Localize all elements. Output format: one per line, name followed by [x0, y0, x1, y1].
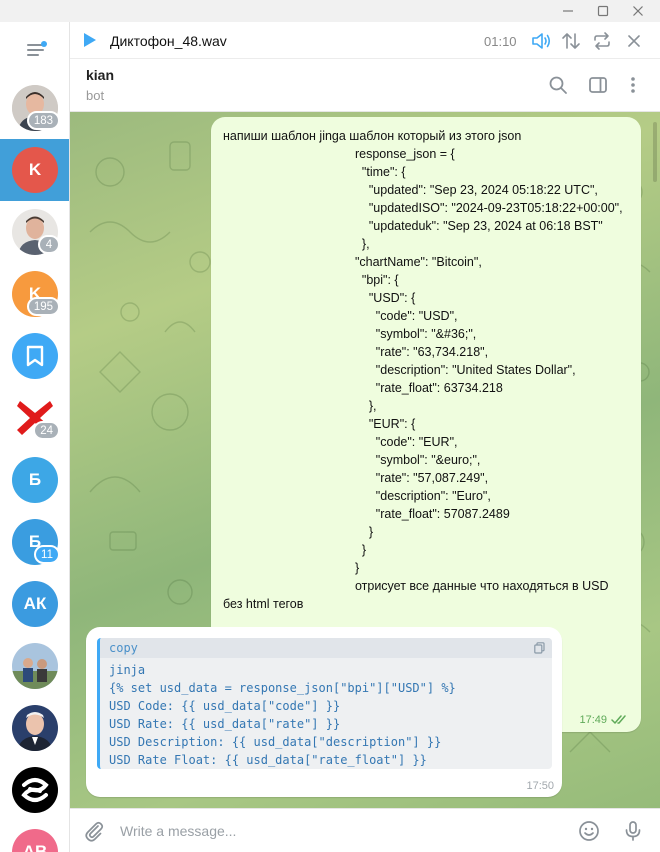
- message-input[interactable]: [120, 809, 560, 852]
- audio-player-bar: Диктофон_48.wav 01:10: [70, 22, 660, 59]
- maximize-icon[interactable]: [586, 0, 620, 22]
- chat-item[interactable]: [0, 759, 69, 821]
- message-time: 17:50: [526, 780, 554, 792]
- minimize-icon[interactable]: [551, 0, 585, 22]
- avatar: [12, 643, 58, 689]
- close-icon[interactable]: [623, 30, 645, 52]
- unread-dot: [41, 41, 47, 47]
- code-content: jinja {% set usd_data = response_json["b…: [109, 663, 456, 767]
- code-header-label: copy: [109, 641, 138, 655]
- chat-item[interactable]: Б: [0, 449, 69, 511]
- avatar: АВ: [12, 829, 58, 852]
- scrollbar[interactable]: [653, 122, 657, 182]
- avatar: Б: [12, 457, 58, 503]
- logo-avatar: [12, 767, 58, 813]
- chat-item-kian[interactable]: K: [0, 139, 69, 201]
- chat-item[interactable]: [0, 635, 69, 697]
- bookmark-icon: [12, 333, 58, 379]
- search-icon[interactable]: [546, 73, 570, 97]
- close-icon[interactable]: [621, 0, 655, 22]
- unread-badge: 11: [34, 545, 60, 564]
- microphone-icon[interactable]: [621, 819, 645, 843]
- chat-item[interactable]: АВ: [0, 821, 69, 852]
- play-icon[interactable]: [84, 33, 96, 47]
- more-vertical-icon[interactable]: [621, 73, 645, 97]
- audio-title[interactable]: Диктофон_48.wav: [110, 33, 227, 49]
- chat-title[interactable]: kian: [86, 67, 114, 83]
- attach-icon[interactable]: [82, 819, 106, 843]
- message-area[interactable]: напиши шаблон jinga шаблон который из эт…: [70, 112, 660, 808]
- chat-status: bot: [86, 88, 105, 103]
- repeat-icon[interactable]: [591, 30, 613, 52]
- sidebar-toggle-icon[interactable]: [586, 73, 610, 97]
- chat-item[interactable]: 4: [0, 201, 69, 263]
- playback-order-icon[interactable]: [560, 30, 582, 52]
- chat-header: kian bot: [70, 59, 660, 112]
- chat-item[interactable]: АК: [0, 573, 69, 635]
- volume-icon[interactable]: [530, 30, 552, 52]
- unread-badge: 24: [33, 421, 60, 440]
- incoming-message[interactable]: copy jinja {% set usd_data = response_js…: [86, 627, 562, 797]
- emoji-icon[interactable]: [577, 819, 601, 843]
- chat-item[interactable]: [0, 697, 69, 759]
- chat-item[interactable]: Б 11: [0, 511, 69, 573]
- unread-badge: 4: [38, 235, 60, 254]
- chat-list-sidebar: 183 K 4 K 195 24 Б Б 11 АК АВ: [0, 22, 70, 852]
- chat-item[interactable]: 183: [0, 77, 69, 139]
- chat-item[interactable]: K 195: [0, 263, 69, 325]
- unread-badge: 183: [26, 111, 60, 130]
- code-block[interactable]: copy jinja {% set usd_data = response_js…: [97, 638, 552, 769]
- chat-item-saved-messages[interactable]: [0, 325, 69, 387]
- avatar: [12, 705, 58, 751]
- code-block-header: copy: [100, 638, 552, 658]
- chat-item[interactable]: 24: [0, 387, 69, 449]
- copy-icon[interactable]: [534, 642, 545, 654]
- message-composer: [70, 808, 660, 852]
- audio-time: 01:10: [484, 34, 517, 49]
- window-titlebar: [0, 0, 660, 22]
- message-time: 17:49: [579, 714, 607, 726]
- message-text: напиши шаблон jinga шаблон который из эт…: [223, 129, 623, 611]
- avatar: K: [12, 147, 58, 193]
- hamburger-menu-icon[interactable]: [0, 22, 69, 77]
- double-check-icon: [611, 715, 626, 724]
- avatar: АК: [12, 581, 58, 627]
- unread-badge: 195: [26, 297, 60, 316]
